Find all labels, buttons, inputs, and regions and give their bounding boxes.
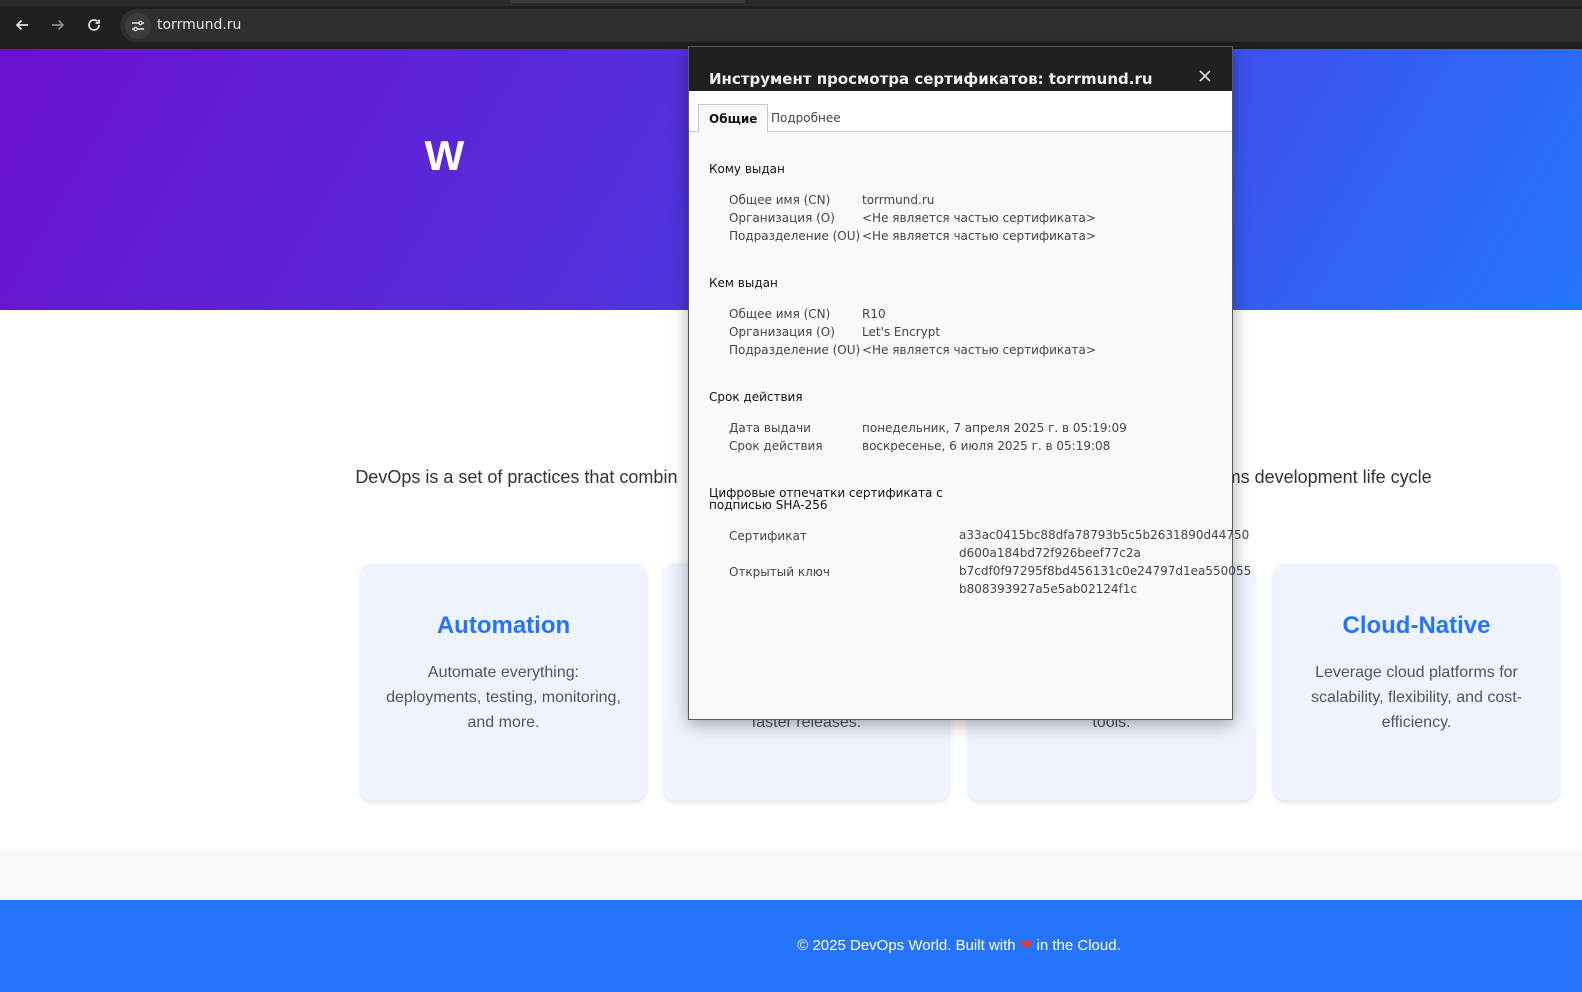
- page-footer: © 2025 DevOps World. Built with ❤ in the…: [0, 900, 1582, 992]
- forward-button[interactable]: [45, 12, 71, 38]
- field-label: Организация (O): [729, 325, 835, 339]
- reload-icon: [88, 19, 100, 31]
- close-icon: [1199, 70, 1211, 82]
- fingerprint-value-line: a33ac0415bc88dfa78793b5c5b2631890d44750: [959, 528, 1250, 542]
- field-value: R10: [862, 307, 886, 321]
- field-label: Срок действия: [729, 439, 823, 453]
- field-label: Дата выдачи: [729, 421, 811, 435]
- section-heading-fingerprints: Цифровые отпечатки сертификата с подпись…: [709, 486, 943, 512]
- section-heading-validity: Срок действия: [709, 390, 803, 404]
- field-label: Подразделение (OU): [729, 343, 861, 357]
- card-title: Cloud-Native: [1342, 612, 1491, 639]
- tab-details[interactable]: Подробнее: [761, 104, 851, 132]
- fingerprint-value-line: d600a184bd72f926beef77c2a: [959, 546, 1141, 560]
- field-value: Let's Encrypt: [862, 325, 941, 339]
- back-button[interactable]: [9, 12, 35, 38]
- fingerprint-value-line: b7cdf0f97295f8bd456131c0e24797d1ea550055: [959, 564, 1252, 578]
- card-text: Leverage cloud platforms for scalability…: [1310, 664, 1523, 731]
- address-bar[interactable]: torrmund.ru: [120, 9, 1582, 42]
- field-value: воскресенье, 6 июля 2025 г. в 05:19:08: [862, 439, 1111, 453]
- tab-bar: Общие Подробнее: [689, 91, 1232, 133]
- arrow-left-icon: [15, 19, 28, 31]
- section-heading-issued-to: Кому выдан: [709, 162, 785, 176]
- field-label: Сертификат: [729, 529, 807, 543]
- arrow-right-icon: [52, 19, 65, 31]
- field-value: <Не является частью сертификата>: [862, 211, 1096, 225]
- dialog-header: Инструмент просмотра сертификатов: torrm…: [689, 47, 1232, 91]
- tab-general[interactable]: Общие: [698, 104, 769, 133]
- card-text: Automate everything: deployments, testin…: [386, 664, 621, 731]
- url-text[interactable]: torrmund.ru: [157, 17, 241, 33]
- section-divider: [0, 850, 1582, 900]
- field-value: <Не является частью сертификата>: [862, 343, 1096, 357]
- field-label: Подразделение (OU): [729, 229, 861, 243]
- field-value: понедельник, 7 апреля 2025 г. в 05:19:09: [862, 421, 1127, 435]
- feature-card-automation: Automation Automate everything: deployme…: [361, 564, 646, 800]
- field-label: Общее имя (CN): [729, 307, 831, 321]
- field-label: Организация (O): [729, 211, 835, 225]
- field-value: <Не является частью сертификата>: [862, 229, 1096, 243]
- feature-card-cloud-native: Cloud-Native Leverage cloud platforms fo…: [1274, 564, 1559, 800]
- close-button[interactable]: [1196, 68, 1214, 86]
- tune-icon: [132, 20, 144, 32]
- tab-edge: [510, 0, 745, 3]
- field-label: Общее имя (CN): [729, 193, 831, 207]
- footer-prefix: © 2025 DevOps World. Built with: [797, 937, 1016, 954]
- browser-toolbar: torrmund.ru: [0, 0, 1582, 49]
- footer-text: © 2025 DevOps World. Built with ❤ in the…: [0, 936, 1582, 954]
- fingerprint-value-line: b808393927a5e5ab02124f1c: [959, 582, 1137, 596]
- dialog-title: Инструмент просмотра сертификатов: torrm…: [709, 70, 1153, 88]
- section-heading-issued-by: Кем выдан: [709, 276, 778, 290]
- card-title: Automation: [436, 612, 571, 639]
- tab-strip: [0, 0, 1582, 6]
- reload-button[interactable]: [81, 12, 107, 38]
- site-info-button[interactable]: [125, 13, 151, 39]
- certificate-viewer-dialog: Инструмент просмотра сертификатов: torrm…: [688, 46, 1251, 720]
- field-value: torrmund.ru: [862, 193, 935, 207]
- field-label: Открытый ключ: [729, 565, 830, 579]
- footer-suffix: in the Cloud.: [1036, 937, 1121, 954]
- heart-icon: ❤: [1019, 936, 1033, 954]
